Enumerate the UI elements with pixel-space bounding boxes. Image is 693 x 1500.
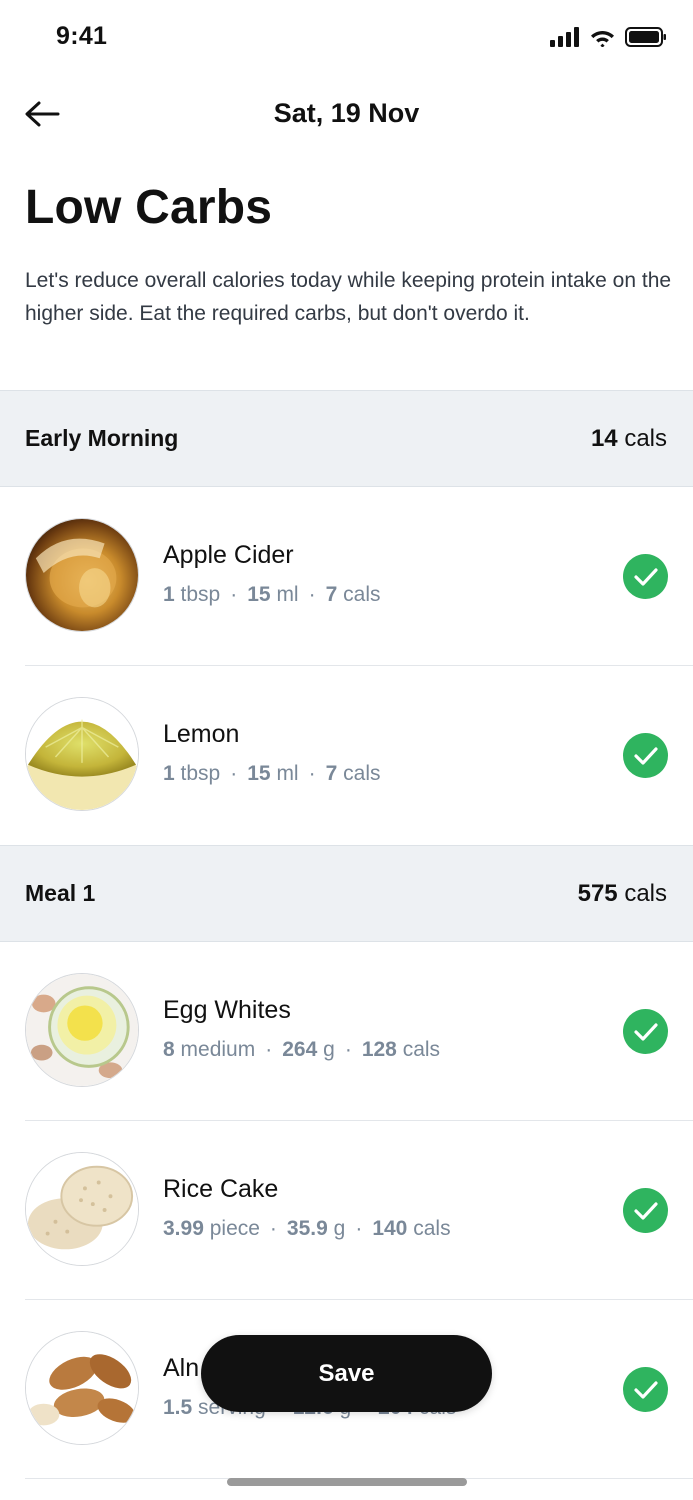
lemon-photo xyxy=(25,697,139,811)
calories-value: 140 xyxy=(372,1217,408,1240)
checkmark-icon[interactable] xyxy=(623,1188,668,1233)
weight-unit: ml xyxy=(276,762,299,785)
signal-icon xyxy=(550,27,579,47)
separator-dot: · xyxy=(230,583,238,606)
weight-unit: g xyxy=(323,1038,335,1061)
calories-unit: cals xyxy=(413,1217,451,1240)
calories-unit: cals xyxy=(402,1038,441,1061)
plan-description: Let's reduce overall calories today whil… xyxy=(25,269,672,325)
home-indicator xyxy=(227,1478,467,1486)
separator-dot: · xyxy=(269,1217,277,1240)
food-item-lemon[interactable]: Lemon 1 tbsp · 15 ml · 7 cals xyxy=(25,666,693,845)
section-calories-value: 14 xyxy=(590,424,618,452)
weight-value: 15 xyxy=(247,762,271,785)
rice-cake-photo xyxy=(25,1152,139,1266)
apple-cider-photo xyxy=(25,518,139,632)
separator-dot: · xyxy=(230,762,238,785)
quantity-unit: piece xyxy=(209,1217,260,1240)
section-calories: 575 cals xyxy=(578,880,667,908)
food-details: 1 tbsp · 15 ml · 7 cals xyxy=(163,762,381,786)
weight-unit: g xyxy=(333,1217,346,1240)
section-header-meal-1: Meal 1 575 cals xyxy=(0,845,693,942)
nav-bar: Sat, 19 Nov xyxy=(0,80,693,146)
section-calories-unit: cals xyxy=(624,879,667,907)
quantity-unit: tbsp xyxy=(180,583,221,606)
section-name: Early Morning xyxy=(25,425,179,451)
section-header-early-morning: Early Morning 14 cals xyxy=(0,390,693,487)
section-calories-value: 575 xyxy=(577,879,618,907)
calories-unit: cals xyxy=(343,583,381,606)
section-calories-unit: cals xyxy=(624,424,667,452)
quantity-value: 1 xyxy=(163,762,175,785)
quantity-value: 8 xyxy=(163,1038,175,1061)
separator-dot: · xyxy=(308,583,316,606)
section-name: Meal 1 xyxy=(25,880,96,906)
weight-value: 264 xyxy=(282,1038,318,1061)
quantity-unit: medium xyxy=(180,1038,256,1061)
almonds-photo xyxy=(25,1331,139,1445)
food-name: Aln xyxy=(163,1354,200,1382)
calories-value: 7 xyxy=(325,762,338,785)
food-item-rice-cake[interactable]: Rice Cake 3.99 piece · 35.9 g · 140 cals xyxy=(25,1121,693,1300)
separator-dot: · xyxy=(308,762,316,785)
status-bar: 9:41 xyxy=(0,0,693,76)
weight-value: 35.9 xyxy=(286,1217,328,1240)
food-name: Egg Whites xyxy=(163,996,291,1024)
food-item-apple-cider[interactable]: Apple Cider 1 tbsp · 15 ml · 7 cals xyxy=(25,487,693,666)
status-time: 9:41 xyxy=(56,22,108,50)
status-icons xyxy=(550,27,667,47)
checkmark-icon[interactable] xyxy=(623,554,668,599)
egg-whites-photo xyxy=(25,973,139,1087)
wifi-icon xyxy=(591,31,614,47)
battery-icon xyxy=(625,27,666,47)
separator-dot: · xyxy=(265,1038,273,1061)
calories-value: 7 xyxy=(325,583,338,606)
save-button[interactable]: Save xyxy=(201,1335,492,1412)
section-calories: 14 cals xyxy=(591,425,667,453)
calories-value: 128 xyxy=(361,1038,397,1061)
food-details: 3.99 piece · 35.9 g · 140 cals xyxy=(163,1217,451,1241)
checkmark-icon[interactable] xyxy=(623,1367,668,1412)
food-name: Apple Cider xyxy=(163,541,294,569)
food-item-egg-whites[interactable]: Egg Whites 8 medium · 264 g · 128 cals xyxy=(25,942,693,1121)
food-details: 8 medium · 264 g · 128 cals xyxy=(163,1038,440,1062)
meal-plan-list: Early Morning 14 cals Apple Cider 1 tbsp… xyxy=(0,390,693,1479)
weight-value: 15 xyxy=(247,583,271,606)
weight-unit: ml xyxy=(276,583,299,606)
quantity-value: 3.99 xyxy=(163,1217,204,1240)
checkmark-icon[interactable] xyxy=(623,733,668,778)
quantity-value: 1 xyxy=(163,583,175,606)
nav-date-title: Sat, 19 Nov xyxy=(273,98,420,128)
calories-unit: cals xyxy=(343,762,381,785)
separator-dot: · xyxy=(355,1217,363,1240)
quantity-unit: tbsp xyxy=(180,762,221,785)
plan-title: Low Carbs xyxy=(25,181,273,234)
quantity-value: 1.5 xyxy=(163,1396,193,1419)
checkmark-icon[interactable] xyxy=(623,1009,668,1054)
food-name: Lemon xyxy=(163,720,240,748)
separator-dot: · xyxy=(344,1038,352,1061)
food-details: 1 tbsp · 15 ml · 7 cals xyxy=(163,583,381,607)
food-name: Rice Cake xyxy=(163,1175,279,1203)
